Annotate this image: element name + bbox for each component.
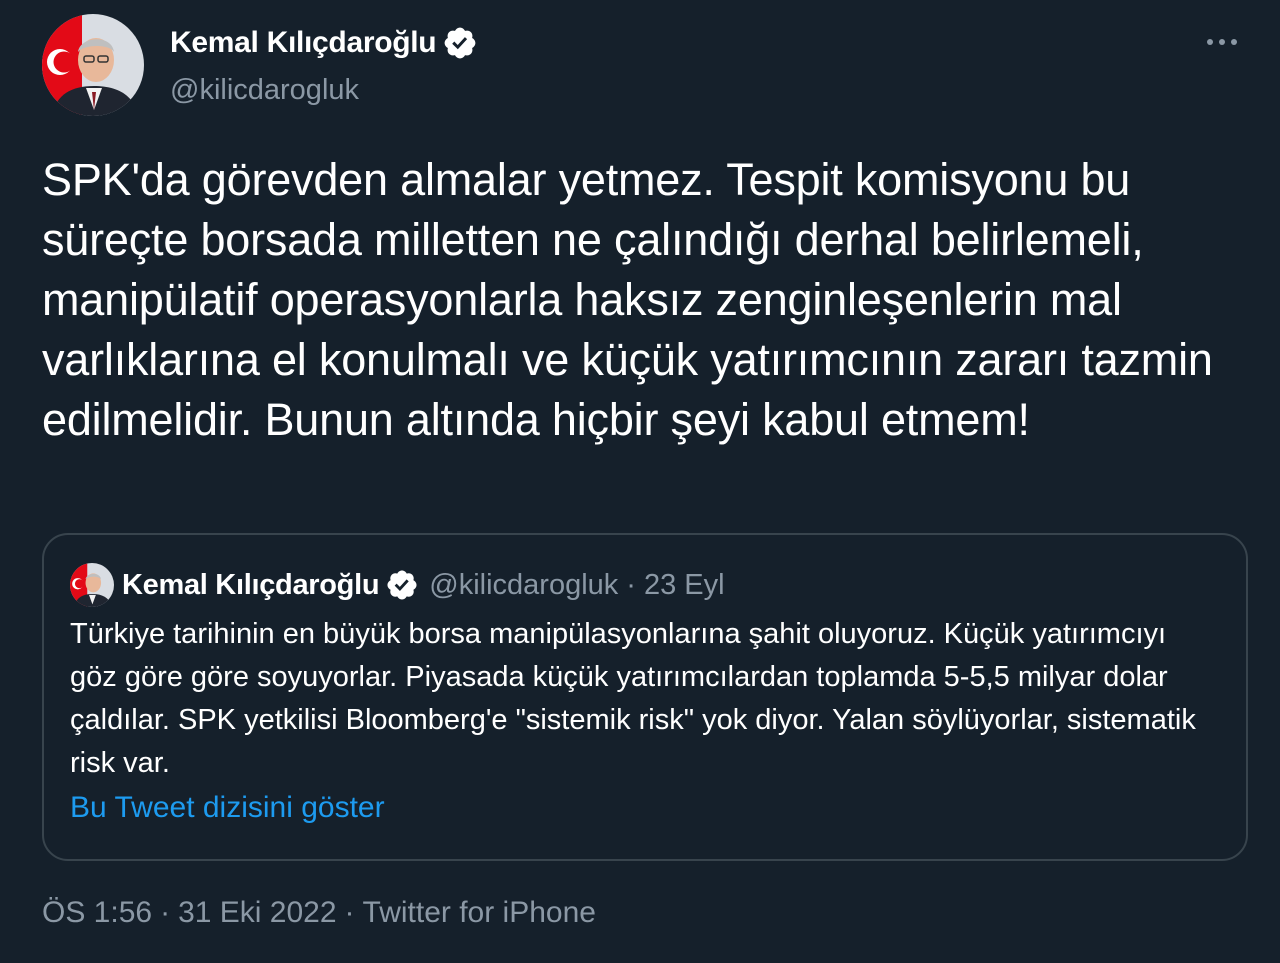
tweet-text: SPK'da görevden almalar yetmez. Tespit k… [42,154,1213,445]
tweet-header: Kemal Kılıçdaroğlu @kilicdarogluk [42,14,1252,118]
quoted-avatar [70,563,114,607]
display-name-row: Kemal Kılıçdaroğlu [170,24,478,62]
quoted-tweet[interactable]: Kemal Kılıçdaroğlu @kilicdarogluk · 23 E… [42,533,1248,861]
verified-badge-icon [442,25,478,61]
tweet-metadata: ÖS 1:56 · 31 Eki 2022 · Twitter for iPhone [42,896,596,930]
avatar[interactable] [42,14,144,116]
separator-dot: · [160,896,171,929]
quoted-tweet-text: Türkiye tarihinin en büyük borsa manipül… [70,618,1196,779]
quoted-date: 23 Eyl [643,568,725,601]
quoted-display-name: Kemal Kılıçdaroğlu [122,568,380,601]
tweet-source[interactable]: Twitter for iPhone [363,896,596,929]
quoted-handle: @kilicdarogluk [429,568,619,601]
quoted-tweet-header: Kemal Kılıçdaroğlu @kilicdarogluk · 23 E… [70,563,725,607]
more-options-icon[interactable] [1202,32,1242,52]
separator-dot: · [626,568,636,601]
verified-badge-icon [385,568,419,602]
separator-dot: · [344,896,355,929]
tweet-date[interactable]: 31 Eki 2022 [178,896,336,929]
display-name[interactable]: Kemal Kılıçdaroğlu [170,26,437,60]
tweet-time[interactable]: ÖS 1:56 [42,896,152,929]
author-names: Kemal Kılıçdaroğlu @kilicdarogluk [170,24,478,107]
show-thread-link[interactable]: Bu Tweet dizisini göster [70,791,385,825]
author-handle[interactable]: @kilicdarogluk [170,74,478,107]
tweet: Kemal Kılıçdaroğlu @kilicdarogluk SPK'da… [0,0,1280,963]
